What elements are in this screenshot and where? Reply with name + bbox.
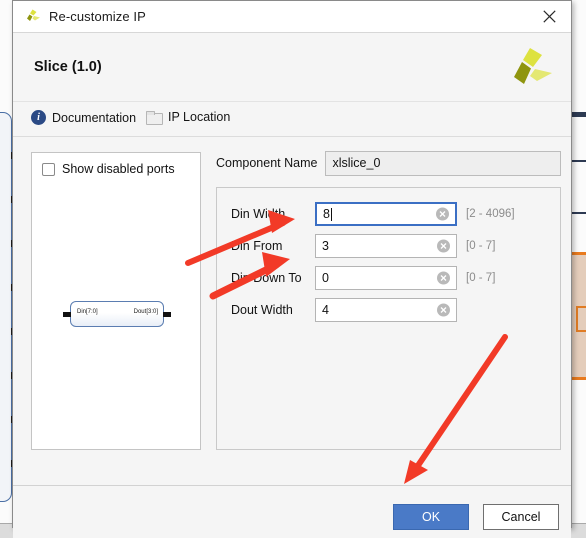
din-from-input[interactable]: 3: [315, 234, 457, 258]
param-range: [0 - 7]: [466, 240, 496, 252]
show-disabled-ports-checkbox[interactable]: Show disabled ports: [42, 162, 175, 176]
dialog-body: Show disabled ports Din[7:0] Dout[3:0] C…: [13, 137, 571, 485]
din-from-value: 3: [322, 239, 329, 253]
dout-width-value: 4: [322, 303, 329, 317]
component-name-row: Component Name xlslice_0: [216, 150, 561, 176]
output-port-label: Dout[3:0]: [133, 309, 158, 315]
parameters-panel: Din Width 8 [2 - 4096] Din From 3 [0 - 7…: [216, 187, 561, 450]
ip-symbol-preview-panel: Show disabled ports Din[7:0] Dout[3:0]: [31, 152, 201, 450]
xilinx-logo-icon: [24, 9, 41, 24]
param-label: Din From: [231, 239, 283, 253]
dialog-titlebar[interactable]: Re-customize IP: [13, 1, 571, 33]
text-caret: [330, 207, 332, 221]
cancel-button[interactable]: Cancel: [483, 504, 559, 530]
background-ip-block-right-port: [576, 306, 586, 332]
param-row-din-from: Din From 3 [0 - 7]: [231, 234, 495, 258]
dialog-links-row: i Documentation IP Location: [13, 102, 571, 137]
recustomize-ip-dialog: Re-customize IP Slice (1.0) i Documentat…: [12, 0, 572, 538]
param-range: [0 - 7]: [466, 272, 496, 284]
ip-location-label: IP Location: [168, 110, 231, 124]
show-disabled-ports-label: Show disabled ports: [62, 162, 175, 176]
component-name-input[interactable]: xlslice_0: [325, 150, 561, 176]
output-pin: [163, 312, 171, 317]
ip-location-link[interactable]: IP Location: [146, 110, 231, 125]
din-width-input[interactable]: 8: [315, 202, 457, 226]
dialog-header-band: Slice (1.0): [13, 33, 571, 102]
documentation-link[interactable]: i Documentation: [31, 110, 136, 125]
page-title: Slice (1.0): [34, 59, 102, 75]
dout-width-input[interactable]: 4: [315, 298, 457, 322]
param-label: Din Width: [231, 207, 286, 221]
param-range: [2 - 4096]: [466, 208, 515, 220]
input-port-label: Din[7:0]: [77, 309, 98, 315]
checkbox-box[interactable]: [42, 162, 55, 176]
dialog-footer: OK Cancel: [13, 485, 571, 538]
clear-icon[interactable]: [437, 271, 450, 285]
component-name-label: Component Name: [216, 156, 318, 170]
clear-icon[interactable]: [437, 303, 450, 317]
background-ip-block-left: [0, 112, 12, 502]
dialog-title: Re-customize IP: [49, 9, 146, 24]
param-row-din-down-to: Din Down To 0 [0 - 7]: [231, 266, 495, 290]
clear-icon[interactable]: [437, 239, 450, 253]
clear-icon[interactable]: [436, 207, 449, 221]
din-down-to-input[interactable]: 0: [315, 266, 457, 290]
din-width-value: 8: [323, 207, 330, 221]
ip-symbol-block: Din[7:0] Dout[3:0]: [63, 301, 171, 327]
din-down-to-value: 0: [322, 271, 329, 285]
param-label: Dout Width: [231, 303, 293, 317]
param-row-dout-width: Dout Width 4: [231, 298, 466, 322]
param-row-din-width: Din Width 8 [2 - 4096]: [231, 202, 515, 226]
folder-icon: [146, 110, 163, 125]
close-icon[interactable]: [527, 1, 571, 32]
ok-button[interactable]: OK: [393, 504, 469, 530]
documentation-label: Documentation: [52, 110, 137, 125]
input-pin: [63, 312, 71, 317]
info-icon: i: [31, 110, 46, 125]
xilinx-brand-logo-icon: [509, 47, 553, 87]
screenshot-root: Re-customize IP Slice (1.0) i Documentat…: [0, 0, 586, 538]
param-label: Din Down To: [231, 271, 302, 285]
